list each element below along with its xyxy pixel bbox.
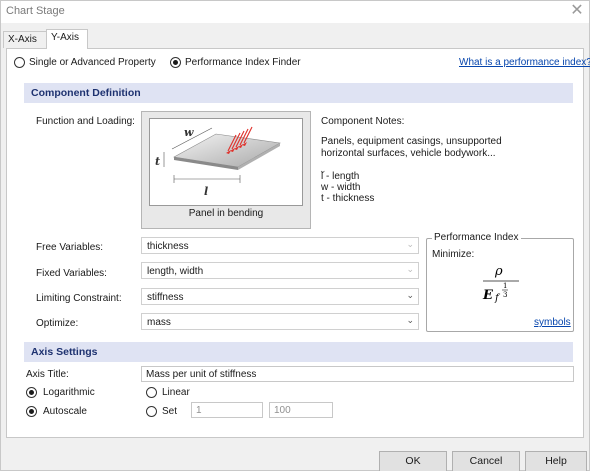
- radio-performance-index-label[interactable]: Performance Index Finder: [185, 57, 301, 68]
- chevron-down-icon: ⌄: [406, 264, 414, 274]
- radio-autoscale-label[interactable]: Autoscale: [43, 406, 87, 417]
- radio-single-advanced-label[interactable]: Single or Advanced Property: [29, 57, 156, 68]
- window-title: Chart Stage: [6, 5, 65, 17]
- optimize-select[interactable]: mass ⌄: [141, 313, 419, 330]
- radio-performance-index[interactable]: [170, 57, 181, 68]
- ok-button[interactable]: OK: [379, 451, 447, 471]
- free-variables-value: thickness: [147, 241, 189, 252]
- section-axis-settings: Axis Settings: [24, 342, 573, 362]
- thickness-symbol: t: [155, 155, 160, 168]
- figure-caption: Panel in bending: [188, 208, 264, 219]
- axis-title-input[interactable]: Mass per unit of stiffness: [141, 366, 574, 382]
- axis-min-value: 1: [196, 405, 202, 416]
- axis-min-input[interactable]: 1: [191, 402, 263, 418]
- tab-y-axis[interactable]: Y-Axis: [46, 29, 88, 49]
- length-symbol: l: [204, 185, 208, 198]
- radio-set[interactable]: [146, 406, 157, 417]
- formula-denominator: E: [482, 288, 494, 303]
- function-loading-label: Function and Loading:: [36, 116, 135, 127]
- limiting-constraint-label: Limiting Constraint:: [36, 293, 122, 304]
- formula-subscript: f: [494, 293, 501, 304]
- component-notes-title: Component Notes:: [321, 116, 405, 127]
- minimize-label: Minimize:: [432, 249, 475, 260]
- legend-length: l - length: [321, 171, 360, 182]
- radio-logarithmic-label[interactable]: Logarithmic: [43, 387, 95, 398]
- section-title: Component Definition: [31, 87, 141, 99]
- radio-single-advanced[interactable]: [14, 57, 25, 68]
- performance-index-help-link[interactable]: What is a performance index?: [459, 57, 590, 68]
- radio-linear-label[interactable]: Linear: [162, 387, 190, 398]
- symbols-link[interactable]: symbols: [534, 317, 571, 328]
- free-variables-label: Free Variables:: [36, 242, 104, 253]
- formula-exponent-denominator: 3: [503, 291, 507, 299]
- axis-title-label: Axis Title:: [26, 369, 69, 380]
- section-component-definition: Component Definition: [24, 83, 573, 103]
- component-notes-text: Panels, equipment casings, unsupported h…: [321, 136, 502, 159]
- width-symbol: w: [184, 126, 194, 139]
- optimize-value: mass: [147, 317, 171, 328]
- legend-width: w - width: [321, 182, 361, 193]
- chevron-down-icon: ⌄: [406, 239, 414, 249]
- limiting-constraint-value: stiffness: [147, 292, 184, 303]
- performance-index-formula: ρ E f 1 3: [482, 264, 519, 304]
- function-loading-selector[interactable]: w t l Panel in bending: [141, 111, 311, 229]
- radio-linear[interactable]: [146, 387, 157, 398]
- panel-bending-diagram: w t l: [155, 126, 281, 198]
- close-icon[interactable]: ✕: [569, 1, 585, 21]
- performance-index-legend: Performance Index: [432, 232, 521, 243]
- panel-bending-figure: w t l: [149, 118, 303, 206]
- formula-numerator: ρ: [494, 264, 503, 279]
- legend-thickness: t - thickness: [321, 193, 375, 204]
- performance-index-box: Performance Index Minimize: ρ E f 1 3 sy…: [426, 232, 574, 332]
- cancel-button[interactable]: Cancel: [452, 451, 520, 471]
- chart-stage-dialog: Chart Stage ✕ X-Axis Y-Axis Single or Ad…: [0, 0, 590, 471]
- fixed-variables-label: Fixed Variables:: [36, 268, 107, 279]
- free-variables-select[interactable]: thickness ⌄: [141, 237, 419, 254]
- fixed-variables-select[interactable]: length, width ⌄: [141, 262, 419, 279]
- formula-exponent-numerator: 1: [503, 282, 507, 290]
- axis-title-value: Mass per unit of stiffness: [146, 369, 257, 380]
- axis-max-value: 100: [274, 405, 291, 416]
- limiting-constraint-select[interactable]: stiffness ⌄: [141, 288, 419, 305]
- optimize-label: Optimize:: [36, 318, 79, 329]
- help-button[interactable]: Help: [525, 451, 587, 471]
- fixed-variables-value: length, width: [147, 266, 204, 277]
- tab-x-axis[interactable]: X-Axis: [3, 31, 47, 48]
- title-bar: Chart Stage ✕: [1, 1, 589, 23]
- radio-set-label[interactable]: Set: [162, 406, 177, 417]
- section-title: Axis Settings: [31, 346, 98, 358]
- radio-autoscale[interactable]: [26, 406, 37, 417]
- chevron-down-icon: ⌄: [406, 290, 414, 300]
- axis-max-input[interactable]: 100: [269, 402, 333, 418]
- radio-logarithmic[interactable]: [26, 387, 37, 398]
- chevron-down-icon: ⌄: [406, 315, 414, 325]
